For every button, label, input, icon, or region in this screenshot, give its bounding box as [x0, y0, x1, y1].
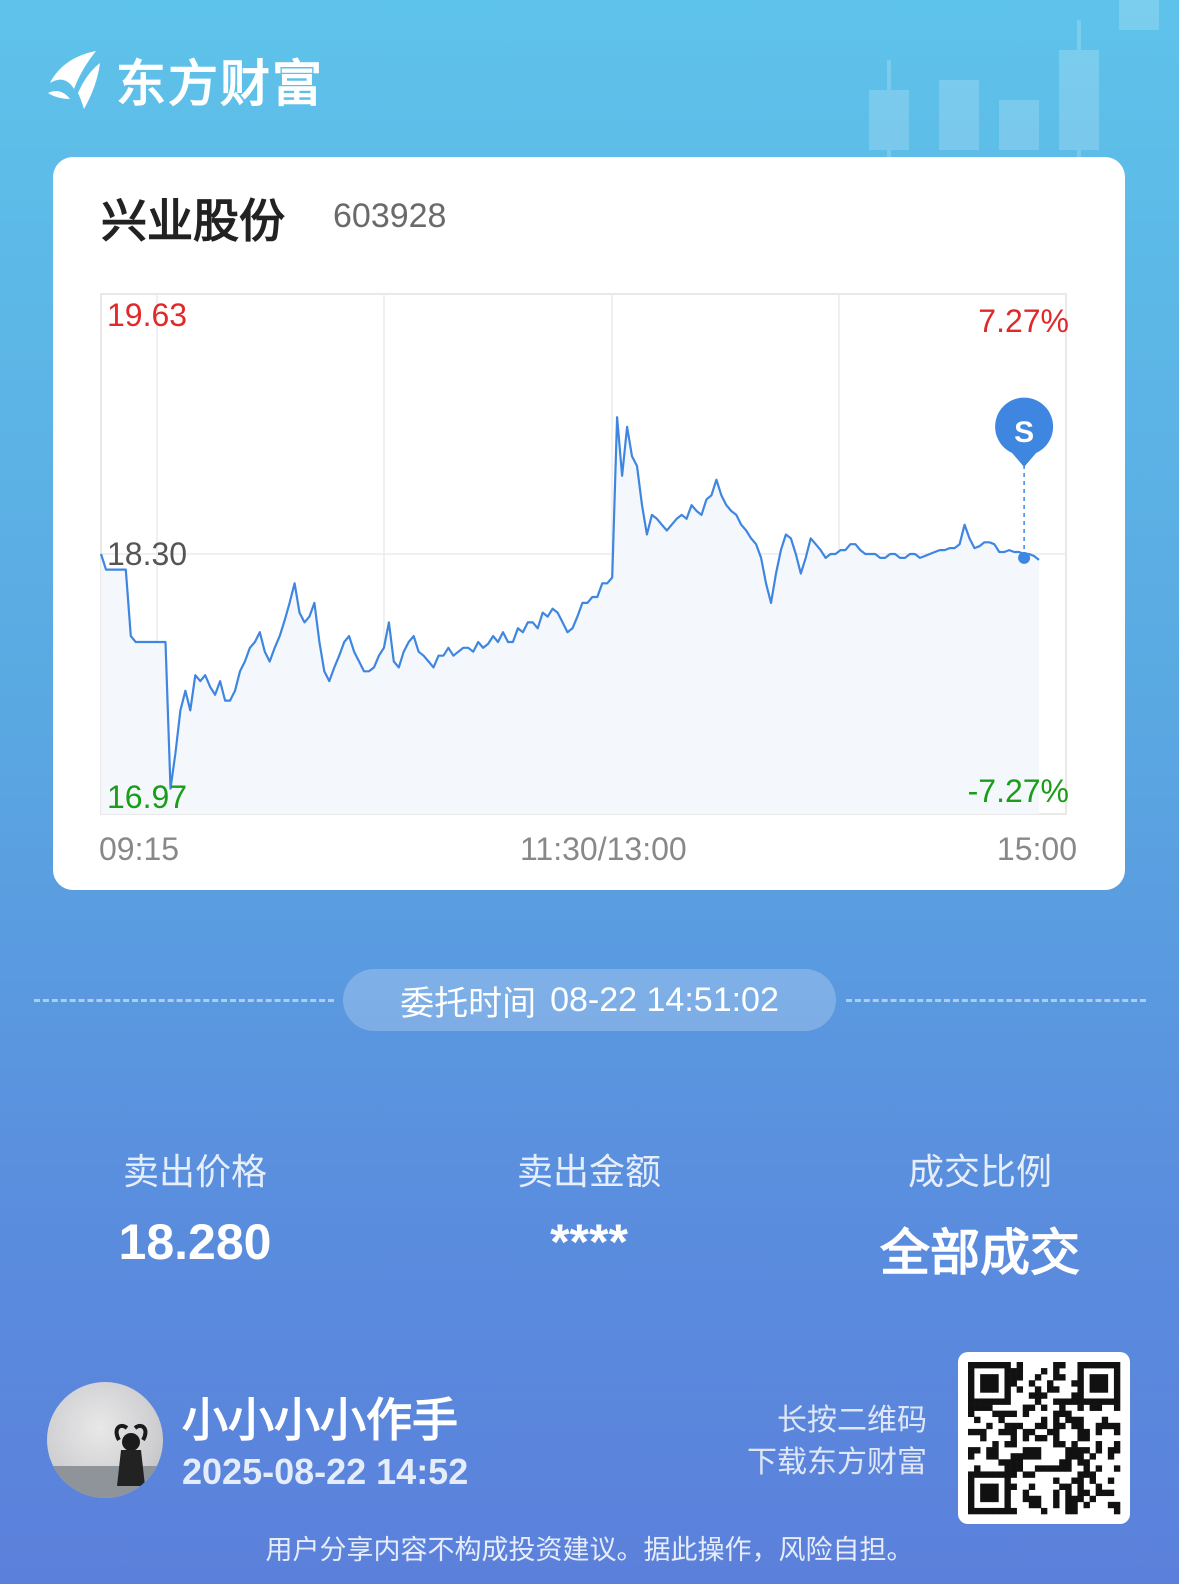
- stat-value: ****: [550, 1214, 628, 1270]
- sell-marker-dot: [1018, 551, 1031, 564]
- qr-code-icon[interactable]: [958, 1352, 1130, 1524]
- stock-chart-card[interactable]: 兴业股份 603928 S 19.63 18.30 16.97 7.27% -7…: [53, 157, 1125, 890]
- y-axis-max-label: 19.63: [107, 297, 188, 333]
- x-axis-label-mid: 11:30/13:00: [520, 831, 687, 867]
- stat-value: 18.280: [118, 1214, 272, 1270]
- brand-header: 东方财富: [44, 44, 324, 116]
- x-axis-label-start: 09:15: [99, 831, 180, 867]
- y-axis-min-label: 16.97: [107, 779, 188, 815]
- user-name: 小小小小作手: [182, 1394, 458, 1446]
- pct-max-label: 7.27%: [978, 303, 1069, 339]
- brand-name: 东方财富: [116, 56, 324, 112]
- background-candlestick-decoration: [869, 0, 1159, 170]
- order-time-value: 08-22 14:51:02: [550, 980, 779, 1019]
- user-avatar-icon[interactable]: [47, 1382, 163, 1498]
- stat-label: 卖出金额: [516, 1151, 661, 1192]
- stat-sell-price: 卖出价格 18.280: [45, 1143, 345, 1271]
- qr-hint-line2: 下载东方财富: [747, 1446, 927, 1479]
- y-axis-mid-label: 18.30: [107, 536, 188, 572]
- order-time-badge: 委托时间 08-22 14:51:02: [343, 969, 836, 1031]
- stat-label: 卖出价格: [122, 1151, 267, 1192]
- intraday-price-chart: S: [99, 293, 1067, 815]
- stat-value: 全部成交: [880, 1225, 1080, 1281]
- stat-fill-ratio: 成交比例 全部成交: [830, 1143, 1130, 1285]
- disclaimer-text: 用户分享内容不构成投资建议。据此操作，风险自担。: [265, 1535, 914, 1565]
- divider-left: [34, 999, 334, 1002]
- qr-hint: 长按二维码 下载东方财富: [747, 1400, 927, 1484]
- qr-hint-line1: 长按二维码: [777, 1404, 927, 1437]
- x-axis-label-end: 15:00: [996, 831, 1077, 867]
- share-timestamp: 2025-08-22 14:52: [182, 1451, 469, 1492]
- stat-label: 成交比例: [907, 1151, 1052, 1192]
- eastmoney-logo-icon: [48, 51, 100, 109]
- price-area-fill: [101, 417, 1039, 814]
- pct-min-label: -7.27%: [967, 773, 1069, 809]
- stat-sell-amount: 卖出金额 ****: [439, 1143, 739, 1271]
- divider-right: [846, 999, 1146, 1002]
- order-time-label: 委托时间: [400, 984, 537, 1023]
- sell-marker-label: S: [1014, 416, 1034, 449]
